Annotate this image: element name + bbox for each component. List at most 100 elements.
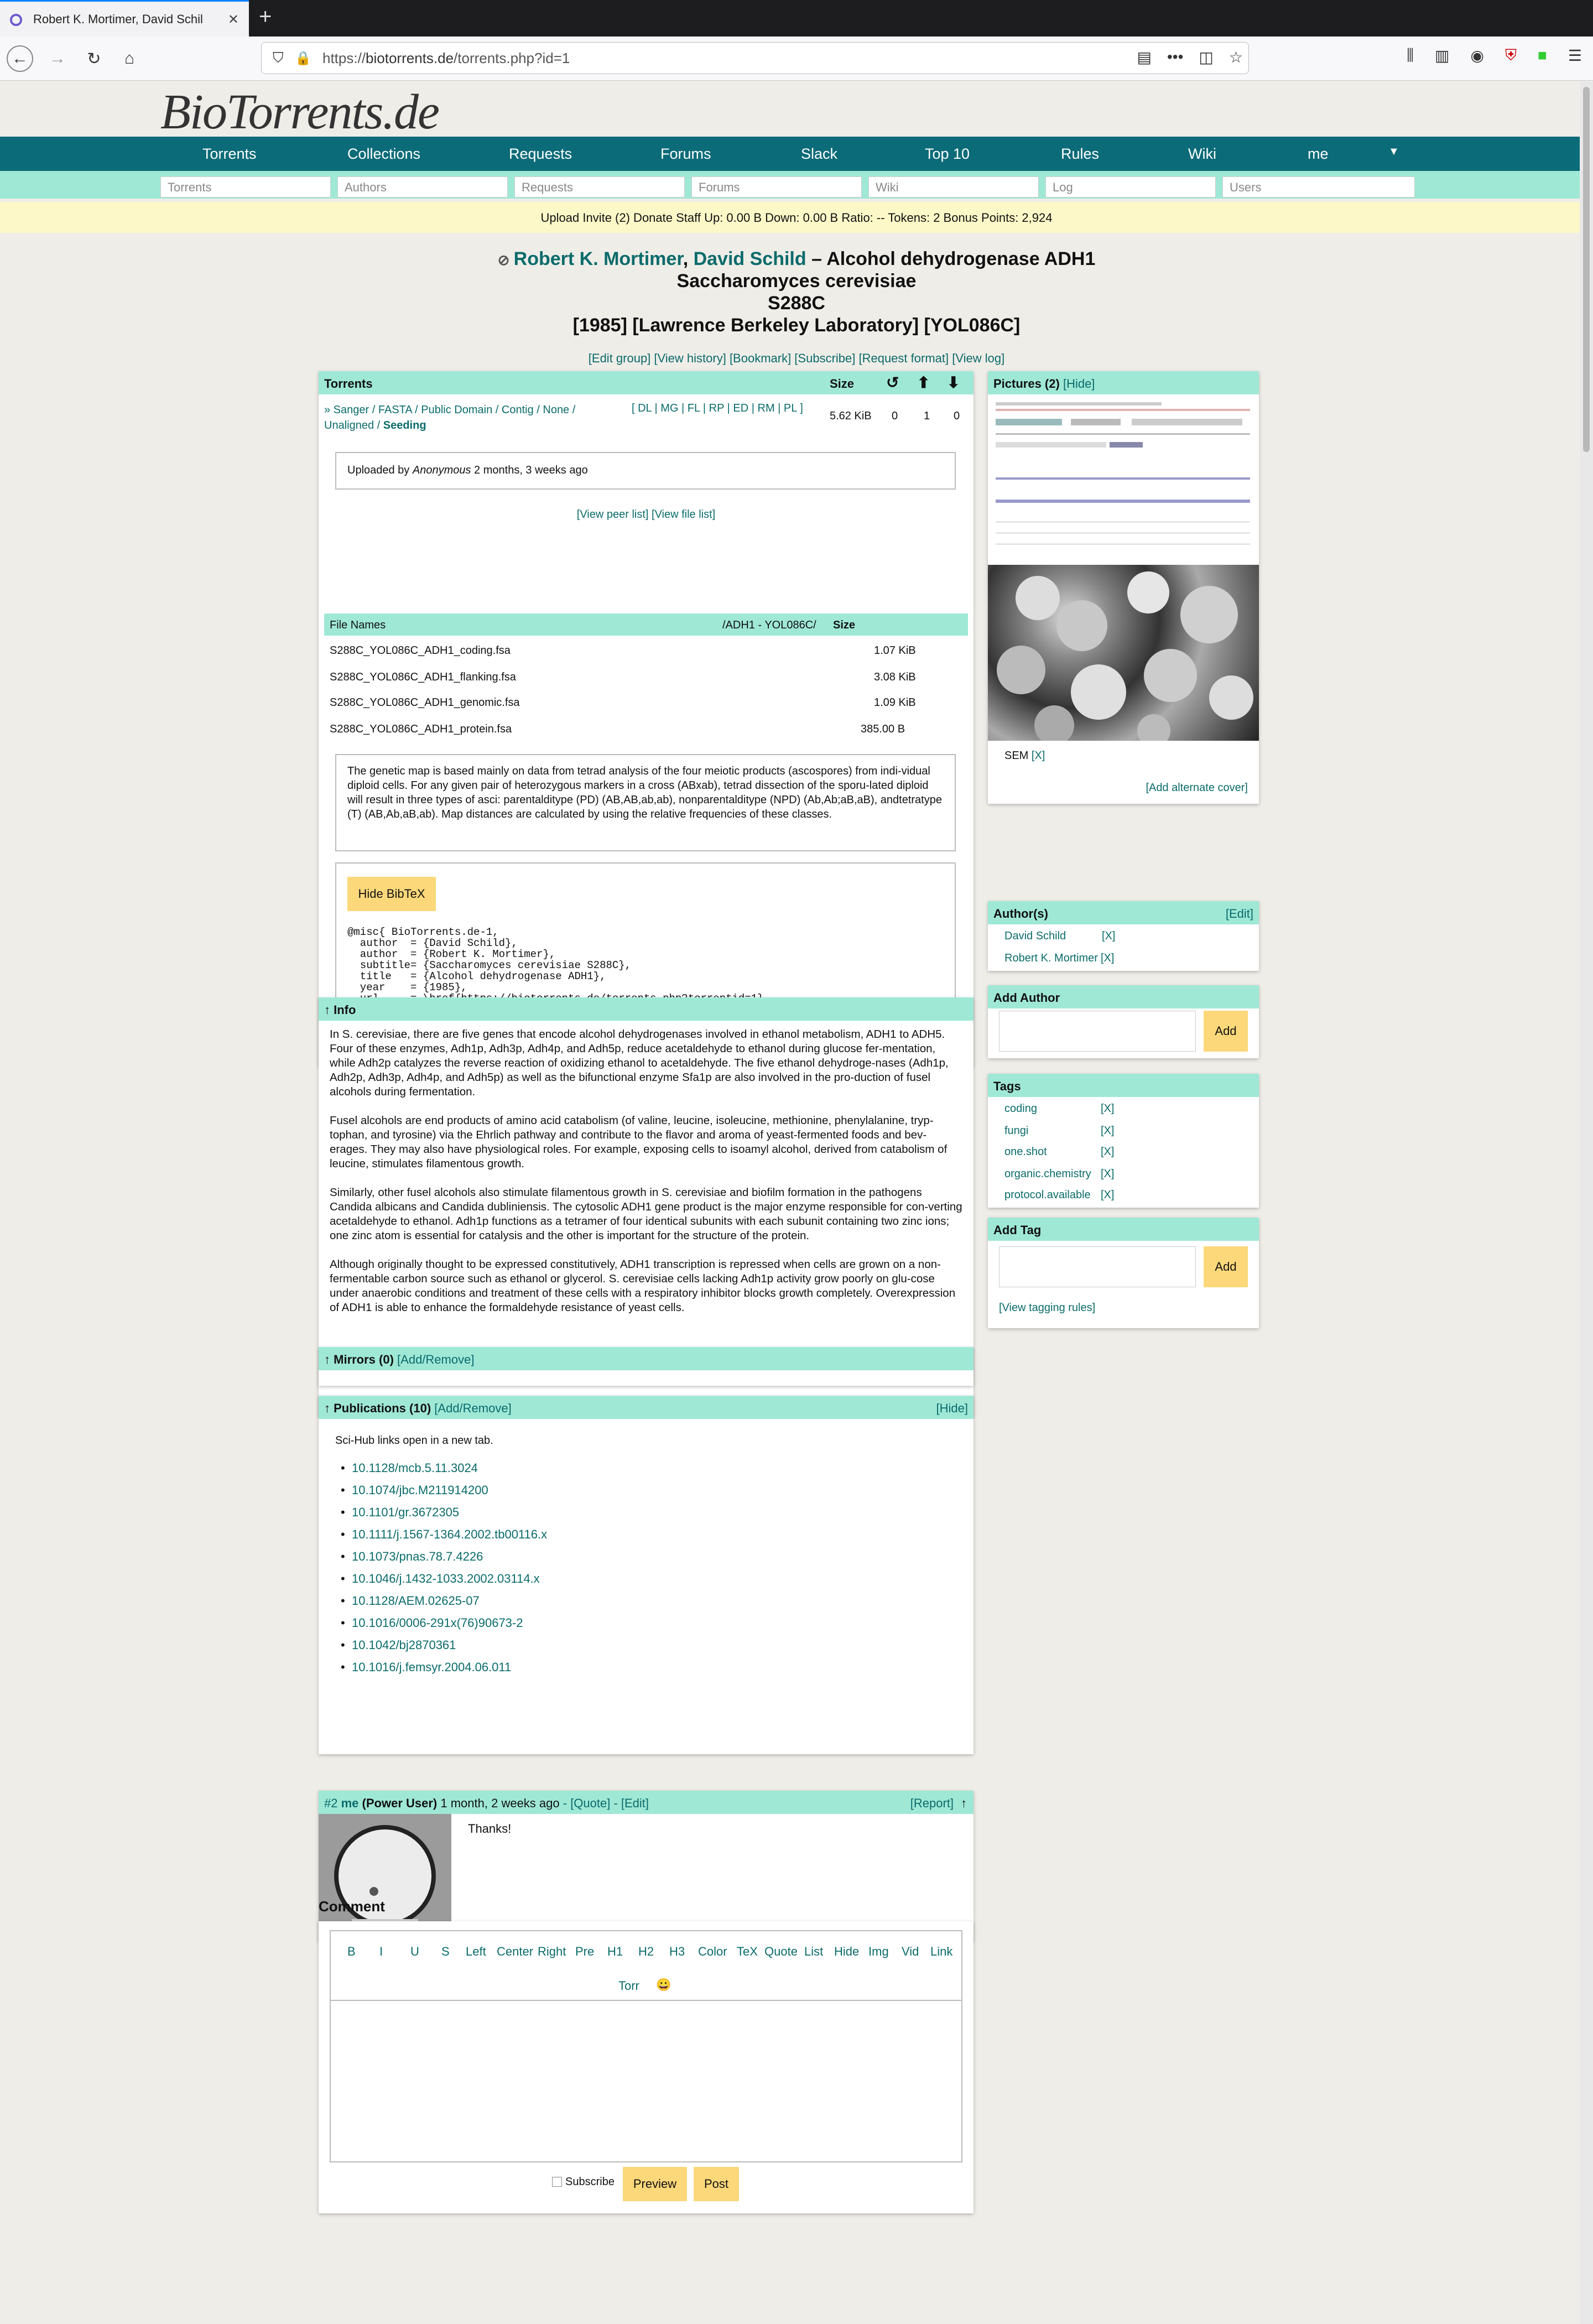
doi-link[interactable]: 10.1042/bj2870361 — [352, 1638, 456, 1652]
scrollbar[interactable] — [1580, 81, 1593, 2324]
list-item[interactable]: 10.1074/jbc.M211914200 — [341, 1483, 547, 1498]
ublock-icon[interactable]: ⛨ — [1505, 46, 1517, 65]
doi-link[interactable]: 10.1016/j.femsyr.2004.06.011 — [352, 1660, 511, 1674]
link-button[interactable]: Link — [930, 1945, 952, 1959]
img-button[interactable]: Img — [868, 1945, 889, 1959]
vid-button[interactable]: Vid — [902, 1945, 919, 1959]
torr-button[interactable]: Torr — [618, 1979, 639, 1993]
pocket-icon[interactable]: ◫ — [1199, 48, 1213, 66]
left-button[interactable]: Left — [466, 1945, 486, 1959]
add-tag-input[interactable] — [999, 1246, 1196, 1287]
search-log-input[interactable]: Log — [1045, 176, 1216, 197]
remove-author-link[interactable]: [X] — [1102, 930, 1115, 943]
doi-link[interactable]: 10.1128/AEM.02625-07 — [352, 1594, 480, 1608]
list-item[interactable]: 10.1016/j.femsyr.2004.06.011 — [341, 1660, 547, 1675]
list-item[interactable]: 10.1101/gr.3672305 — [341, 1505, 547, 1520]
comment-textarea[interactable] — [331, 2000, 961, 2161]
subscribe-checkbox[interactable]: Subscribe — [552, 2176, 615, 2188]
close-tab-icon[interactable]: ✕ — [228, 12, 239, 28]
group-links[interactable]: [Edit group] [View history] [Bookmark] [… — [321, 351, 1272, 366]
page-actions-icon[interactable]: ••• — [1167, 48, 1183, 66]
add-author-input[interactable] — [999, 1011, 1196, 1052]
author-link-2[interactable]: David Schild — [694, 248, 806, 269]
h3-button[interactable]: H3 — [669, 1945, 685, 1959]
list-item[interactable]: 10.1016/0006-291x(76)90673-2 — [341, 1616, 547, 1630]
back-icon[interactable]: ← — [7, 45, 33, 72]
search-forums-input[interactable]: Forums — [691, 176, 862, 197]
authors-edit-link[interactable]: [Edit] — [1226, 907, 1253, 921]
nav-wiki[interactable]: Wiki — [1188, 145, 1216, 163]
arrow-up-icon[interactable]: ↑ — [324, 1401, 334, 1415]
tag-link[interactable]: fungi — [1004, 1125, 1028, 1137]
add-author-button[interactable]: Add — [1204, 1011, 1248, 1052]
doi-link[interactable]: 10.1074/jbc.M211914200 — [352, 1483, 488, 1497]
search-requests-input[interactable]: Requests — [514, 176, 685, 197]
h1-button[interactable]: H1 — [607, 1945, 623, 1959]
doi-link[interactable]: 10.1046/j.1432-1033.2002.03114.x — [352, 1572, 540, 1585]
quote-button[interactable]: Quote — [764, 1945, 798, 1959]
torrent-row[interactable]: » Sanger / FASTA / Public Domain / Conti… — [324, 402, 612, 433]
tex-button[interactable]: TeX — [737, 1945, 758, 1959]
tag-link[interactable]: organic.chemistry — [1004, 1168, 1091, 1181]
remove-tag-link[interactable]: [X] — [1101, 1189, 1114, 1202]
comment-user-link[interactable]: me — [341, 1796, 359, 1810]
torrent-format-link-2[interactable]: Unaligned / — [324, 419, 383, 431]
doi-link[interactable]: 10.1111/j.1567-1364.2002.tb00116.x — [352, 1527, 547, 1541]
mirrors-add-remove-link[interactable]: [Add/Remove] — [397, 1353, 474, 1366]
list-item[interactable]: 10.1073/pnas.78.7.4226 — [341, 1550, 547, 1564]
add-tag-button[interactable]: Add — [1204, 1246, 1248, 1287]
comment-number-link[interactable]: #2 — [324, 1796, 337, 1810]
list-item[interactable]: 10.1111/j.1567-1364.2002.tb00116.x — [341, 1527, 547, 1542]
doi-link[interactable]: 10.1073/pnas.78.7.4226 — [352, 1550, 483, 1563]
list-item[interactable]: 10.1128/AEM.02625-07 — [341, 1594, 547, 1608]
chevron-down-icon[interactable]: ▼ — [1388, 145, 1399, 158]
pictures-hide-link[interactable]: [Hide] — [1063, 377, 1095, 391]
list-item[interactable]: 10.1128/mcb.5.11.3024 — [341, 1461, 547, 1475]
tag-link[interactable]: protocol.available — [1004, 1189, 1091, 1202]
site-logo[interactable]: BioTorrents.de — [160, 84, 440, 141]
nav-torrents[interactable]: Torrents — [202, 145, 257, 163]
scrollbar-thumb[interactable] — [1583, 87, 1590, 452]
comment-actions[interactable]: - [Quote] - [Edit] — [563, 1796, 649, 1810]
remove-image-link[interactable]: [X] — [1032, 750, 1045, 762]
remove-tag-link[interactable]: [X] — [1101, 1103, 1114, 1115]
search-users-input[interactable]: Users — [1222, 176, 1415, 197]
account-icon[interactable]: ◉ — [1471, 46, 1484, 65]
underline-button[interactable]: U — [410, 1945, 419, 1959]
checkbox-icon[interactable] — [552, 2177, 562, 2187]
nav-forums[interactable]: Forums — [660, 145, 711, 163]
author-link-1[interactable]: Robert K. Mortimer — [514, 248, 683, 269]
author-link[interactable]: Robert K. Mortimer — [1004, 952, 1098, 965]
search-authors-input[interactable]: Authors — [337, 176, 508, 197]
center-button[interactable]: Center — [497, 1945, 533, 1959]
tag-link[interactable]: coding — [1004, 1103, 1037, 1115]
arrow-up-icon[interactable]: ↑ — [324, 1353, 334, 1366]
arrow-up-icon[interactable]: ↑ — [324, 1003, 334, 1017]
list-item[interactable]: 10.1046/j.1432-1033.2002.03114.x — [341, 1572, 547, 1586]
strike-button[interactable]: S — [441, 1945, 450, 1959]
genome-map-image[interactable] — [988, 394, 1259, 565]
nav-me[interactable]: me — [1308, 145, 1329, 163]
doi-link[interactable]: 10.1016/0006-291x(76)90673-2 — [352, 1616, 523, 1630]
remove-tag-link[interactable]: [X] — [1101, 1168, 1114, 1181]
post-button[interactable]: Post — [694, 2167, 739, 2201]
nav-top10[interactable]: Top 10 — [925, 145, 970, 163]
pre-button[interactable]: Pre — [575, 1945, 594, 1959]
doi-link[interactable]: 10.1128/mcb.5.11.3024 — [352, 1461, 478, 1475]
h2-button[interactable]: H2 — [638, 1945, 654, 1959]
search-torrents-input[interactable]: Torrents — [160, 176, 331, 197]
torrent-format-link[interactable]: » Sanger / FASTA / Public Domain / Conti… — [324, 404, 575, 416]
remove-author-link[interactable]: [X] — [1101, 952, 1114, 965]
nav-requests[interactable]: Requests — [509, 145, 572, 163]
preview-button[interactable]: Preview — [623, 2167, 687, 2201]
nav-collections[interactable]: Collections — [347, 145, 420, 163]
hide-bibtex-button[interactable]: Hide BibTeX — [347, 877, 436, 911]
color-button[interactable]: Color — [698, 1945, 727, 1959]
publications-hide-link[interactable]: [Hide] — [936, 1401, 968, 1416]
search-wiki-input[interactable]: Wiki — [868, 176, 1039, 197]
forward-icon[interactable]: → — [44, 45, 71, 72]
publications-add-remove-link[interactable]: [Add/Remove] — [434, 1401, 511, 1415]
menu-icon[interactable]: ☰ — [1568, 46, 1582, 65]
arrow-up-icon[interactable]: ↑ — [961, 1796, 967, 1811]
url-bar[interactable]: ⛉ 🔒 https://biotorrents.de/torrents.php?… — [261, 42, 1249, 74]
